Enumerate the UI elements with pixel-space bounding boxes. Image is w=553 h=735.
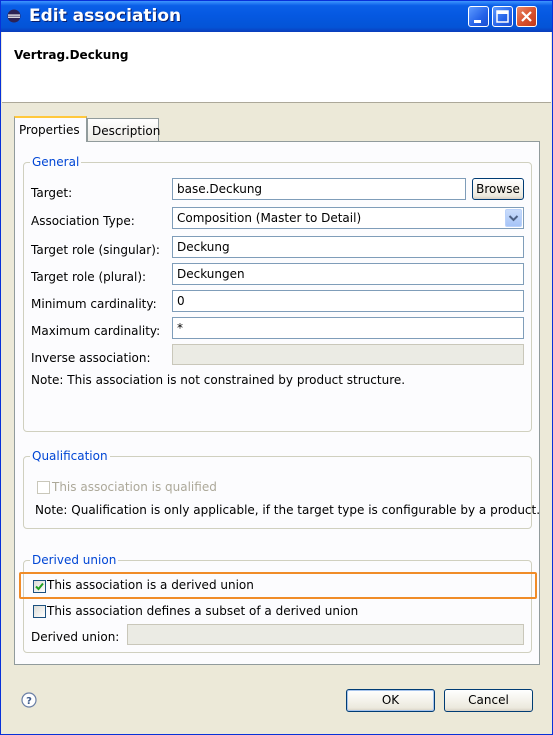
inverse-association-input: [172, 344, 524, 365]
header-divider: [2, 102, 551, 103]
role-singular-label: Target role (singular):: [31, 243, 160, 257]
association-type-label: Association Type:: [31, 214, 135, 228]
derived-union-input: [127, 624, 524, 645]
qualification-note: Note: Qualification is only applicable, …: [35, 503, 541, 517]
ok-button[interactable]: OK: [346, 689, 435, 712]
role-singular-input[interactable]: Deckung: [172, 236, 524, 258]
highlight-box: [19, 572, 537, 599]
derived-union-field-label: Derived union:: [31, 630, 120, 644]
target-input[interactable]: base.Deckung: [172, 178, 466, 200]
properties-panel: General Target: base.Deckung Browse Asso…: [14, 141, 540, 665]
minimize-button[interactable]: [468, 6, 489, 27]
role-plural-input[interactable]: Deckungen: [172, 263, 524, 285]
tab-description-label: Description: [92, 124, 161, 138]
close-button[interactable]: [516, 6, 537, 27]
browse-button[interactable]: Browse: [472, 178, 524, 200]
derived-union-legend: Derived union: [30, 553, 119, 567]
tab-properties[interactable]: Properties: [14, 116, 87, 142]
min-cardinality-label: Minimum cardinality:: [31, 297, 157, 311]
qualified-checkbox: [37, 481, 50, 494]
dialog-header: Vertrag.Deckung: [2, 32, 551, 102]
dialog-window: Edit association Vertrag.Deckung Propert…: [0, 0, 553, 735]
tab-properties-label: Properties: [19, 123, 80, 137]
qualification-group: Qualification This association is qualif…: [23, 449, 540, 529]
min-cardinality-input[interactable]: 0: [172, 290, 524, 312]
association-type-value: Composition (Master to Detail): [177, 211, 362, 225]
role-plural-label: Target role (plural):: [31, 270, 147, 284]
general-legend: General: [30, 155, 82, 169]
window-title: Edit association: [29, 6, 182, 26]
qualified-checkbox-label: This association is qualified: [52, 480, 217, 494]
association-type-select[interactable]: Composition (Master to Detail): [172, 207, 524, 229]
general-note: Note: This association is not constraine…: [31, 373, 406, 387]
maximize-button[interactable]: [492, 6, 513, 27]
chevron-down-icon[interactable]: [505, 209, 522, 227]
general-group: General Target: base.Deckung Browse Asso…: [23, 155, 532, 432]
max-cardinality-label: Maximum cardinality:: [31, 324, 161, 338]
subset-checkbox[interactable]: [33, 605, 46, 618]
tab-description[interactable]: Description: [87, 118, 161, 141]
title-bar[interactable]: Edit association: [1, 1, 552, 32]
target-label: Target:: [31, 186, 73, 200]
header-title: Vertrag.Deckung: [14, 48, 129, 62]
max-cardinality-input[interactable]: *: [172, 317, 524, 339]
help-icon[interactable]: ?: [21, 692, 37, 708]
svg-text:?: ?: [26, 696, 32, 707]
inverse-association-label: Inverse association:: [31, 351, 151, 365]
eclipse-icon: [7, 9, 21, 23]
qualification-legend: Qualification: [30, 449, 110, 463]
cancel-button[interactable]: Cancel: [444, 689, 533, 712]
subset-checkbox-label[interactable]: This association defines a subset of a d…: [47, 604, 358, 618]
